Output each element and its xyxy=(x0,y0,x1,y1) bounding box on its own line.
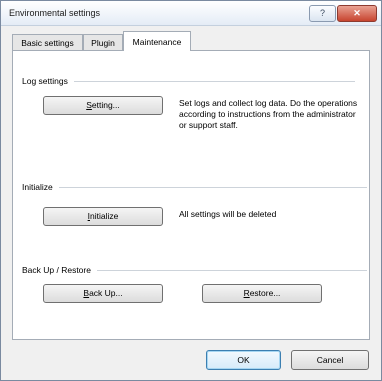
initialize-description: All settings will be deleted xyxy=(179,209,277,219)
cancel-button[interactable]: Cancel xyxy=(291,350,369,370)
group-divider xyxy=(33,187,367,188)
log-settings-description: Set logs and collect log data. Do the op… xyxy=(179,98,358,130)
title-bar: Environmental settings ? ✕ xyxy=(1,1,381,26)
backup-button[interactable]: Back Up... xyxy=(43,284,163,303)
tab-maintenance[interactable]: Maintenance xyxy=(123,31,191,51)
group-divider xyxy=(33,81,355,82)
log-settings-label: Log settings xyxy=(22,76,74,86)
ok-button[interactable]: OK xyxy=(206,350,281,370)
settings-dialog: Environmental settings ? ✕ Basic setting… xyxy=(0,0,382,381)
tab-basic-settings[interactable]: Basic settings xyxy=(12,34,83,50)
window-title: Environmental settings xyxy=(9,8,101,18)
help-button[interactable]: ? xyxy=(309,5,336,22)
log-setting-button[interactable]: Setting... xyxy=(43,96,163,115)
restore-button[interactable]: Restore... xyxy=(202,284,322,303)
initialize-label: Initialize xyxy=(22,182,59,192)
backup-restore-label: Back Up / Restore xyxy=(22,265,97,275)
close-button[interactable]: ✕ xyxy=(337,5,377,22)
initialize-button[interactable]: Initialize xyxy=(43,207,163,226)
tab-plugin[interactable]: Plugin xyxy=(83,34,123,50)
maintenance-panel: Log settings Setting... Set logs and col… xyxy=(12,50,370,340)
